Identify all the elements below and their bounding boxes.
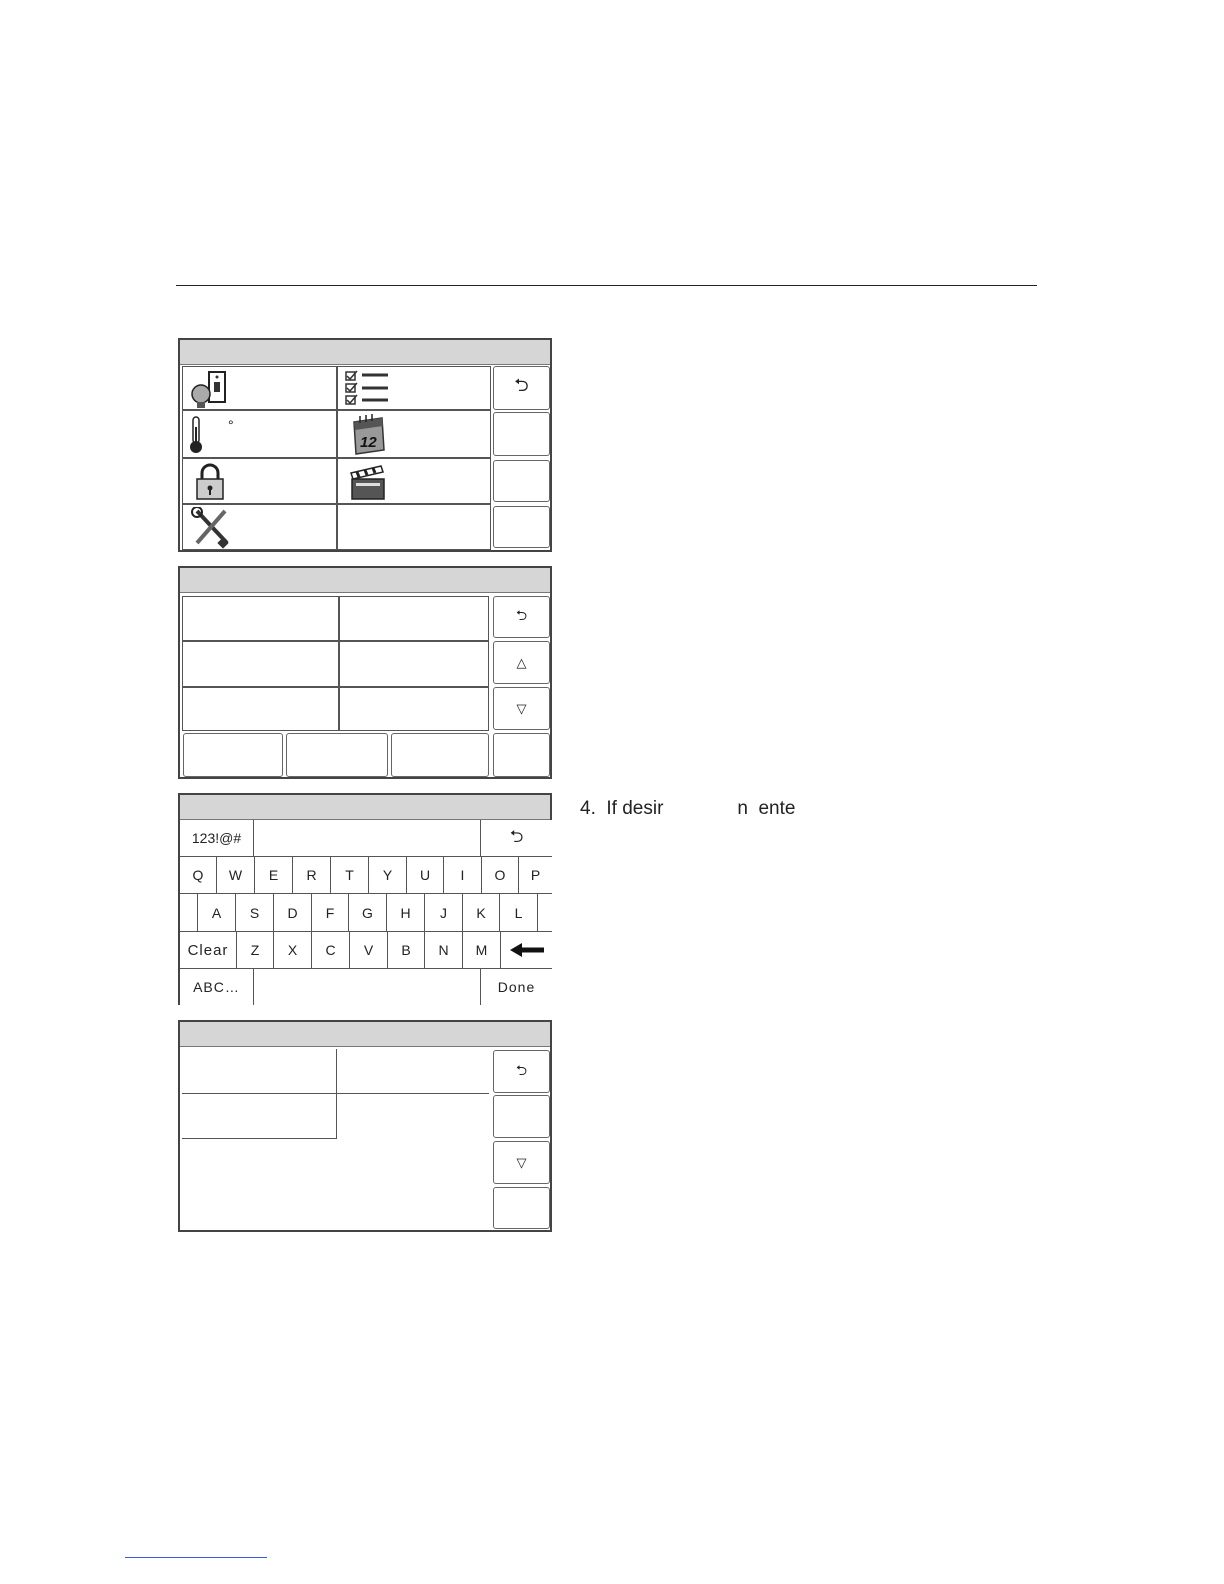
list-cell[interactable]: [182, 596, 339, 641]
padlock-icon: [196, 463, 224, 500]
side-button-4[interactable]: [493, 506, 550, 548]
menu-item-tasks[interactable]: [337, 366, 491, 410]
calendar-icon: 12: [353, 414, 385, 455]
degree-symbol: °: [228, 417, 234, 433]
key-n[interactable]: N: [425, 932, 463, 969]
menu-item-climate[interactable]: °: [182, 410, 337, 458]
checklist-icon: [345, 370, 388, 405]
key-i[interactable]: I: [444, 857, 482, 894]
tools-icon: [191, 507, 229, 549]
list-cell[interactable]: [337, 1049, 489, 1094]
footer-link-underline[interactable]: [125, 1557, 267, 1558]
list-cell[interactable]: [182, 687, 339, 731]
menu-item-empty[interactable]: [337, 504, 491, 550]
title-bar: [180, 340, 550, 365]
key-d[interactable]: D: [274, 894, 312, 932]
menu-item-schedule[interactable]: 12: [337, 410, 491, 458]
key-a[interactable]: A: [198, 894, 236, 932]
key-m[interactable]: M: [463, 932, 501, 969]
key-f[interactable]: F: [312, 894, 349, 932]
key-l[interactable]: L: [500, 894, 538, 932]
back-icon: ⮌: [514, 375, 529, 395]
back-button[interactable]: ⮌: [481, 820, 552, 857]
done-key[interactable]: Done: [481, 969, 552, 1005]
menu-item-security[interactable]: [182, 458, 337, 504]
list-cell[interactable]: [182, 1049, 337, 1094]
key-h[interactable]: H: [387, 894, 425, 932]
key-z[interactable]: Z: [237, 932, 274, 969]
triangle-up-icon: △: [516, 654, 527, 670]
menu-item-scenes[interactable]: [337, 458, 491, 504]
side-button-2[interactable]: [493, 1095, 550, 1138]
key-c[interactable]: C: [312, 932, 350, 969]
key-p[interactable]: P: [519, 857, 552, 894]
title-bar: [180, 568, 550, 593]
key-v[interactable]: V: [350, 932, 388, 969]
left-arrow-icon: [509, 943, 544, 957]
key-y[interactable]: Y: [369, 857, 407, 894]
bottom-button-4[interactable]: [493, 733, 550, 777]
bottom-button-3[interactable]: [391, 733, 489, 777]
step-instruction-text: 4. If desir n ente: [580, 798, 796, 819]
triangle-down-icon: ▽: [516, 700, 527, 716]
key-s[interactable]: S: [236, 894, 274, 932]
scene-clapperboard-icon: [350, 465, 385, 500]
key-g[interactable]: G: [349, 894, 387, 932]
main-menu-screen: ⮌ ° 12: [178, 338, 552, 552]
menu-item-lighting[interactable]: [182, 366, 337, 410]
triangle-down-icon: ▽: [516, 1154, 527, 1170]
back-button[interactable]: ⮌: [493, 596, 550, 638]
row2-left-spacer: [180, 894, 198, 932]
list-cell[interactable]: [339, 641, 489, 687]
list-cell[interactable]: [182, 641, 339, 687]
scroll-down-button[interactable]: ▽: [493, 1141, 550, 1184]
back-button[interactable]: ⮌: [493, 366, 550, 410]
key-w[interactable]: W: [217, 857, 255, 894]
list-cell[interactable]: [339, 687, 489, 731]
back-icon: ⮌: [515, 607, 528, 623]
back-button[interactable]: ⮌: [493, 1050, 550, 1093]
menu-item-settings[interactable]: [182, 504, 337, 550]
key-b[interactable]: B: [388, 932, 425, 969]
abc-key[interactable]: ABC…: [180, 969, 254, 1005]
key-k[interactable]: K: [463, 894, 500, 932]
row2-right-spacer: [538, 894, 552, 932]
key-j[interactable]: J: [425, 894, 463, 932]
bottom-button-2[interactable]: [286, 733, 388, 777]
key-r[interactable]: R: [293, 857, 331, 894]
title-bar: [180, 1022, 550, 1047]
bottom-button-1[interactable]: [183, 733, 283, 777]
space-key[interactable]: [254, 969, 481, 1005]
thermometer-icon: [190, 416, 202, 453]
key-x[interactable]: X: [274, 932, 312, 969]
key-u[interactable]: U: [407, 857, 444, 894]
clear-key[interactable]: Clear: [180, 932, 237, 969]
symbols-key[interactable]: 123!@#: [180, 820, 254, 857]
list-screen: ⮌ △ ▽: [178, 566, 552, 779]
side-button-4[interactable]: [493, 1187, 550, 1229]
backspace-key[interactable]: [501, 932, 552, 969]
scroll-up-button[interactable]: △: [493, 641, 550, 684]
partial-list-screen: ⮌ ▽: [178, 1020, 552, 1232]
side-button-3[interactable]: [493, 460, 550, 502]
back-icon: ⮌: [515, 1061, 528, 1078]
title-bar: [180, 795, 550, 820]
light-switch-icon: [191, 371, 226, 408]
key-o[interactable]: O: [482, 857, 519, 894]
scroll-down-button[interactable]: ▽: [493, 687, 550, 730]
list-cell[interactable]: [182, 1094, 337, 1139]
header-rule: [176, 285, 1037, 286]
key-q[interactable]: Q: [180, 857, 217, 894]
list-cell[interactable]: [339, 596, 489, 641]
keyboard-screen: 123!@# ⮌ Q W E R T Y U I O P A S D F G H…: [178, 793, 552, 1005]
text-entry-field[interactable]: [254, 820, 481, 857]
key-e[interactable]: E: [255, 857, 293, 894]
calendar-day-text: 12: [360, 434, 377, 451]
side-button-2[interactable]: [493, 412, 550, 456]
key-t[interactable]: T: [331, 857, 369, 894]
